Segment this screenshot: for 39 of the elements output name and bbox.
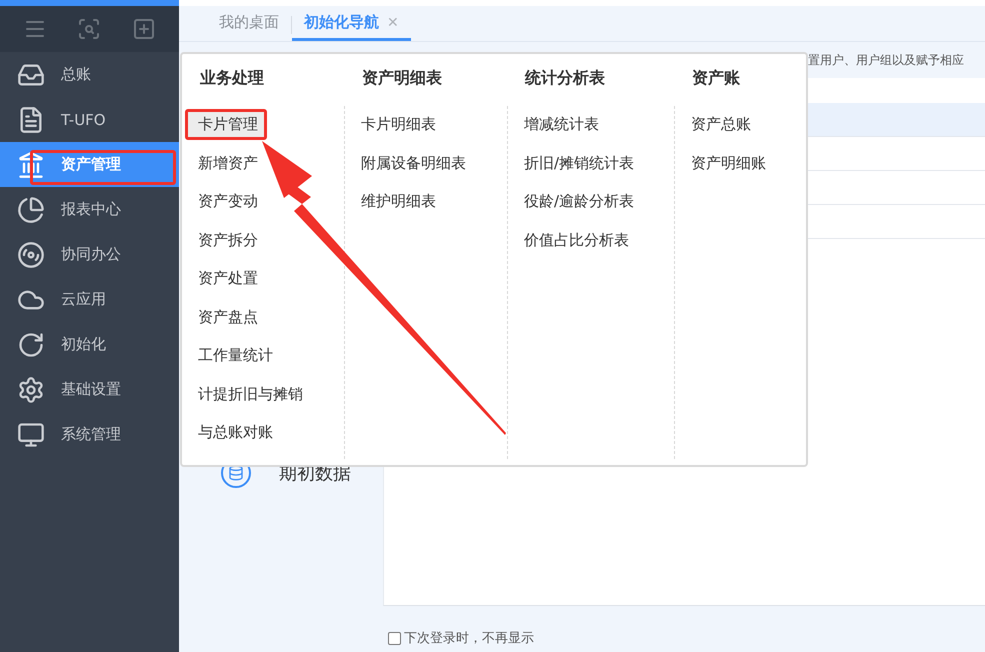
menu-column-title: 业务处理 [199,68,265,89]
notice-text: 置用户、用户组以及赋予相应 [808,52,964,68]
sidebar-item[interactable]: 基础设置 [0,367,179,412]
sidebar-item[interactable]: T-UFO [0,97,179,142]
menu-item[interactable]: 附属设备明细表 [351,150,472,176]
menu-item[interactable]: 计提折旧与摊销 [188,382,309,406]
menu-item[interactable]: 资产总账 [681,112,757,137]
menu-item[interactable]: 卡片管理 [188,112,264,137]
menu-item[interactable]: 折旧/摊销统计表 [514,150,640,176]
menu-column-title: 统计分析表 [524,68,606,89]
menu-item[interactable]: 资产处置 [188,266,264,291]
menu-item[interactable]: 与总账对账 [188,420,279,445]
target-icon [17,240,45,268]
sidebar-item[interactable]: 系统管理 [0,412,179,457]
refresh-icon [17,330,45,358]
sidebar-item[interactable]: 总账 [0,52,179,97]
sidebar-item[interactable]: 云应用 [0,277,179,322]
pie-chart-icon [17,196,45,224]
menu-item[interactable]: 资产盘点 [188,304,264,330]
dont-show-checkbox[interactable]: 下次登录时，不再显示 [388,629,534,647]
sidebar-item[interactable]: 初始化 [0,322,179,367]
add-button[interactable] [132,17,156,41]
menu-item[interactable]: 增减统计表 [514,112,605,137]
menu-item[interactable]: 卡片明细表 [351,112,442,137]
menu-item[interactable]: 资产变动 [188,189,264,214]
menu-item[interactable]: 新增资产 [188,150,264,176]
settings-icon [17,376,45,404]
menu-column-title: 资产明细表 [361,68,443,89]
sidebar-item[interactable]: 协同办公 [0,232,179,277]
menu-item[interactable]: 工作量统计 [188,343,279,368]
menu-item[interactable]: 资产明细账 [681,150,772,176]
bank-icon [17,150,45,178]
menu-item[interactable]: 价值占比分析表 [514,228,635,252]
menu-item[interactable]: 役龄/逾龄分析表 [514,189,640,214]
menu-item[interactable]: 维护明细表 [351,189,442,214]
menu-column-title: 资产账 [691,68,741,89]
sidebar-item[interactable]: 报表中心 [0,187,179,232]
search-button[interactable] [77,17,102,41]
menu-item[interactable]: 资产拆分 [188,228,264,252]
